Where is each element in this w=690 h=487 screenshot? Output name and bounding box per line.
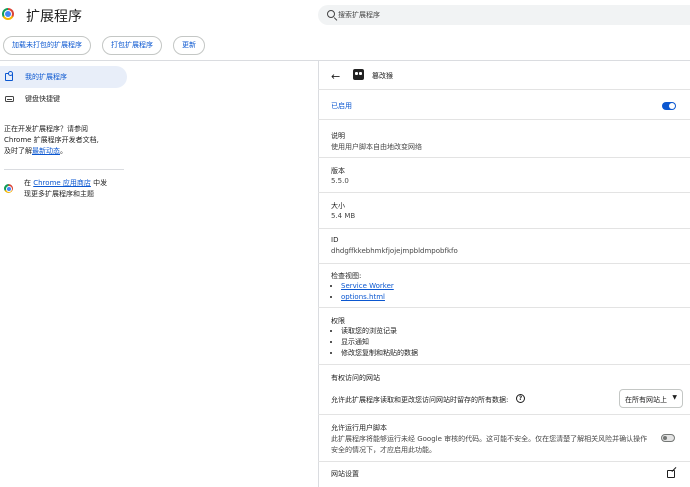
site-access-label: 有权访问的网站 [331, 374, 380, 382]
version-label: 版本 [331, 167, 345, 175]
sidebar-item-my-extensions[interactable]: 我的扩展程序 [0, 66, 127, 88]
description-label: 说明 [331, 132, 345, 140]
description-value: 使用用户脚本自由地改变网络 [331, 143, 422, 151]
divider [318, 364, 690, 365]
keyboard-icon [5, 96, 14, 102]
permissions-list: 读取您的浏览记录 显示通知 修改您复制和粘贴的数据 [341, 326, 418, 359]
divider [318, 461, 690, 462]
divider [318, 89, 690, 90]
chrome-web-store-icon [4, 184, 13, 193]
site-settings-label[interactable]: 网站设置 [331, 469, 359, 479]
sidebar-divider [4, 169, 124, 170]
open-in-new-icon[interactable] [667, 470, 675, 478]
user-scripts-label: 允许运行用户脚本 [331, 424, 387, 432]
divider [318, 307, 690, 308]
chrome-logo-icon [2, 8, 14, 20]
id-value: dhdgffkkebhmkfjojejmpbldmpobfkfo [331, 247, 458, 255]
extension-name: 篡改猴 [372, 72, 393, 80]
chrome-web-store-link[interactable]: Chrome 应用商店 [33, 179, 91, 187]
extension-icon [353, 69, 364, 80]
service-worker-link[interactable]: Service Worker [341, 282, 394, 290]
size-label: 大小 [331, 202, 345, 210]
puzzle-icon [5, 71, 13, 81]
divider [318, 263, 690, 264]
sidebar: 我的扩展程序 键盘快捷键 正在开发扩展程序？请参阅 Chrome 扩展程序开发者… [0, 61, 132, 487]
divider [318, 228, 690, 229]
update-button[interactable]: 更新 [173, 36, 205, 55]
user-scripts-toggle[interactable] [661, 434, 675, 442]
page-title: 扩展程序 [26, 9, 82, 25]
version-value: 5.5.0 [331, 177, 349, 185]
help-icon[interactable]: ? [516, 394, 525, 403]
divider [318, 157, 690, 158]
pack-extension-button[interactable]: 打包扩展程序 [102, 36, 162, 55]
header: 扩展程序 [0, 0, 690, 31]
developer-info-text: 正在开发扩展程序？请参阅 Chrome 扩展程序开发者文档, 及时了解最新动态。 [4, 125, 99, 155]
list-item: 显示通知 [341, 337, 418, 348]
user-scripts-description: 此扩展程序将能够运行未经 Google 审核的代码。这可能不安全。仅在您清楚了解… [331, 435, 648, 454]
options-html-link[interactable]: options.html [341, 293, 385, 301]
search-input[interactable] [338, 8, 638, 22]
divider [318, 119, 690, 120]
size-value: 5.4 MB [331, 212, 356, 220]
permissions-label: 权限 [331, 317, 345, 325]
panel-divider [318, 61, 319, 487]
divider [318, 414, 690, 415]
back-arrow-icon[interactable]: ← [331, 70, 340, 83]
sidebar-item-keyboard-shortcuts[interactable]: 键盘快捷键 [0, 88, 127, 110]
site-access-description: 允许此扩展程序读取和更改您访问网站时留存的所有数据: [331, 396, 509, 404]
inspect-views-label: 检查视图: [331, 272, 362, 280]
divider [318, 192, 690, 193]
load-unpacked-button[interactable]: 加载未打包的扩展程序 [3, 36, 91, 55]
latest-news-link[interactable]: 最新动态 [32, 147, 60, 155]
list-item: 读取您的浏览记录 [341, 326, 418, 337]
list-item: 修改您复制和粘贴的数据 [341, 348, 418, 359]
search-icon [327, 10, 335, 18]
list-item: Service Worker [341, 281, 394, 292]
list-item: options.html [341, 292, 394, 303]
sidebar-item-label: 键盘快捷键 [25, 95, 60, 103]
chevron-down-icon: ▼ [672, 394, 677, 401]
sidebar-item-label: 我的扩展程序 [25, 73, 67, 81]
enabled-label: 已启用 [331, 102, 352, 110]
web-store-text: 在 Chrome 应用商店 中发 现更多扩展程序和主题 [24, 179, 108, 198]
search-box[interactable] [318, 5, 690, 25]
id-label: ID [331, 236, 339, 244]
inspect-views-list: Service Worker options.html [341, 281, 394, 303]
enabled-toggle[interactable] [662, 102, 676, 110]
site-access-select[interactable]: 在所有网站上 ▼ [619, 389, 683, 408]
